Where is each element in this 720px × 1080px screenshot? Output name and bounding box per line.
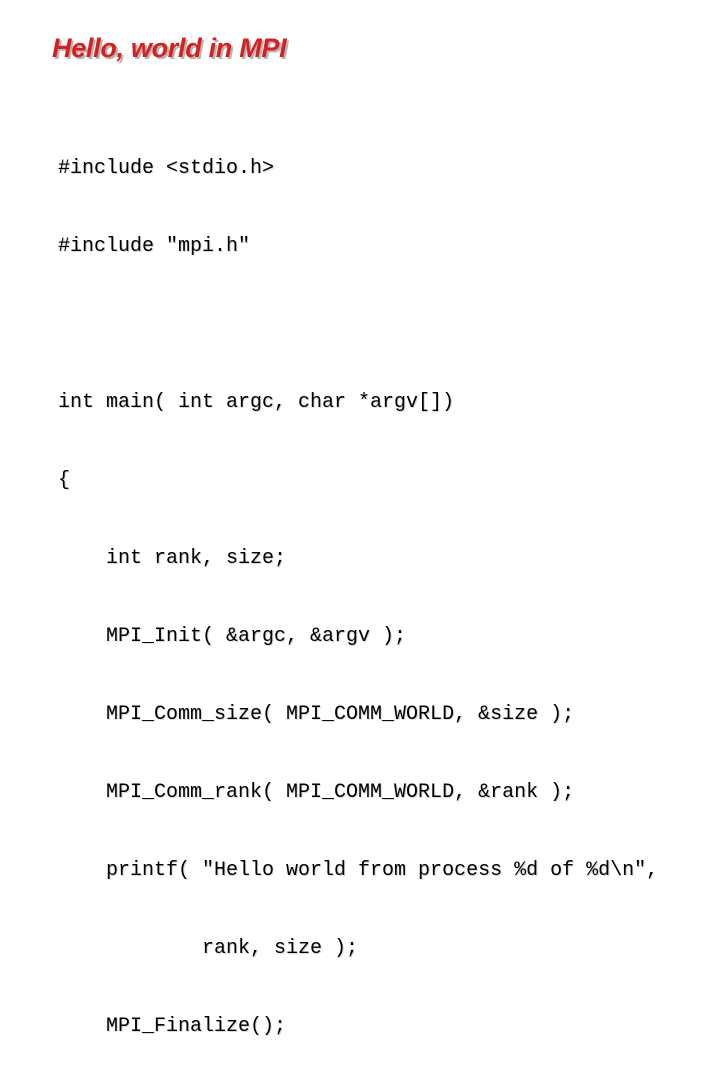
code-line: rank, size ); <box>58 937 359 960</box>
code-line: MPI_Comm_rank( MPI_COMM_WORLD, &rank ); <box>58 781 575 804</box>
code-line: #include "mpi.h" <box>58 235 251 258</box>
page-title: Hello, world in MPI <box>52 33 287 63</box>
code-line: #include <stdio.h> <box>58 157 275 180</box>
code-block: #include <stdio.h> #include "mpi.h" int … <box>58 104 658 1080</box>
code-line: int rank, size; <box>58 547 287 570</box>
code-line: printf( "Hello world from process %d of … <box>58 859 659 882</box>
code-line: int main( int argc, char *argv[]) <box>58 391 455 414</box>
slide-canvas: Hello, world in MPI #include <stdio.h> #… <box>0 0 720 1038</box>
code-line: MPI_Comm_size( MPI_COMM_WORLD, &size ); <box>58 703 575 726</box>
code-line: { <box>58 469 71 492</box>
code-line: MPI_Finalize(); <box>58 1015 287 1038</box>
code-line: MPI_Init( &argc, &argv ); <box>58 625 407 648</box>
